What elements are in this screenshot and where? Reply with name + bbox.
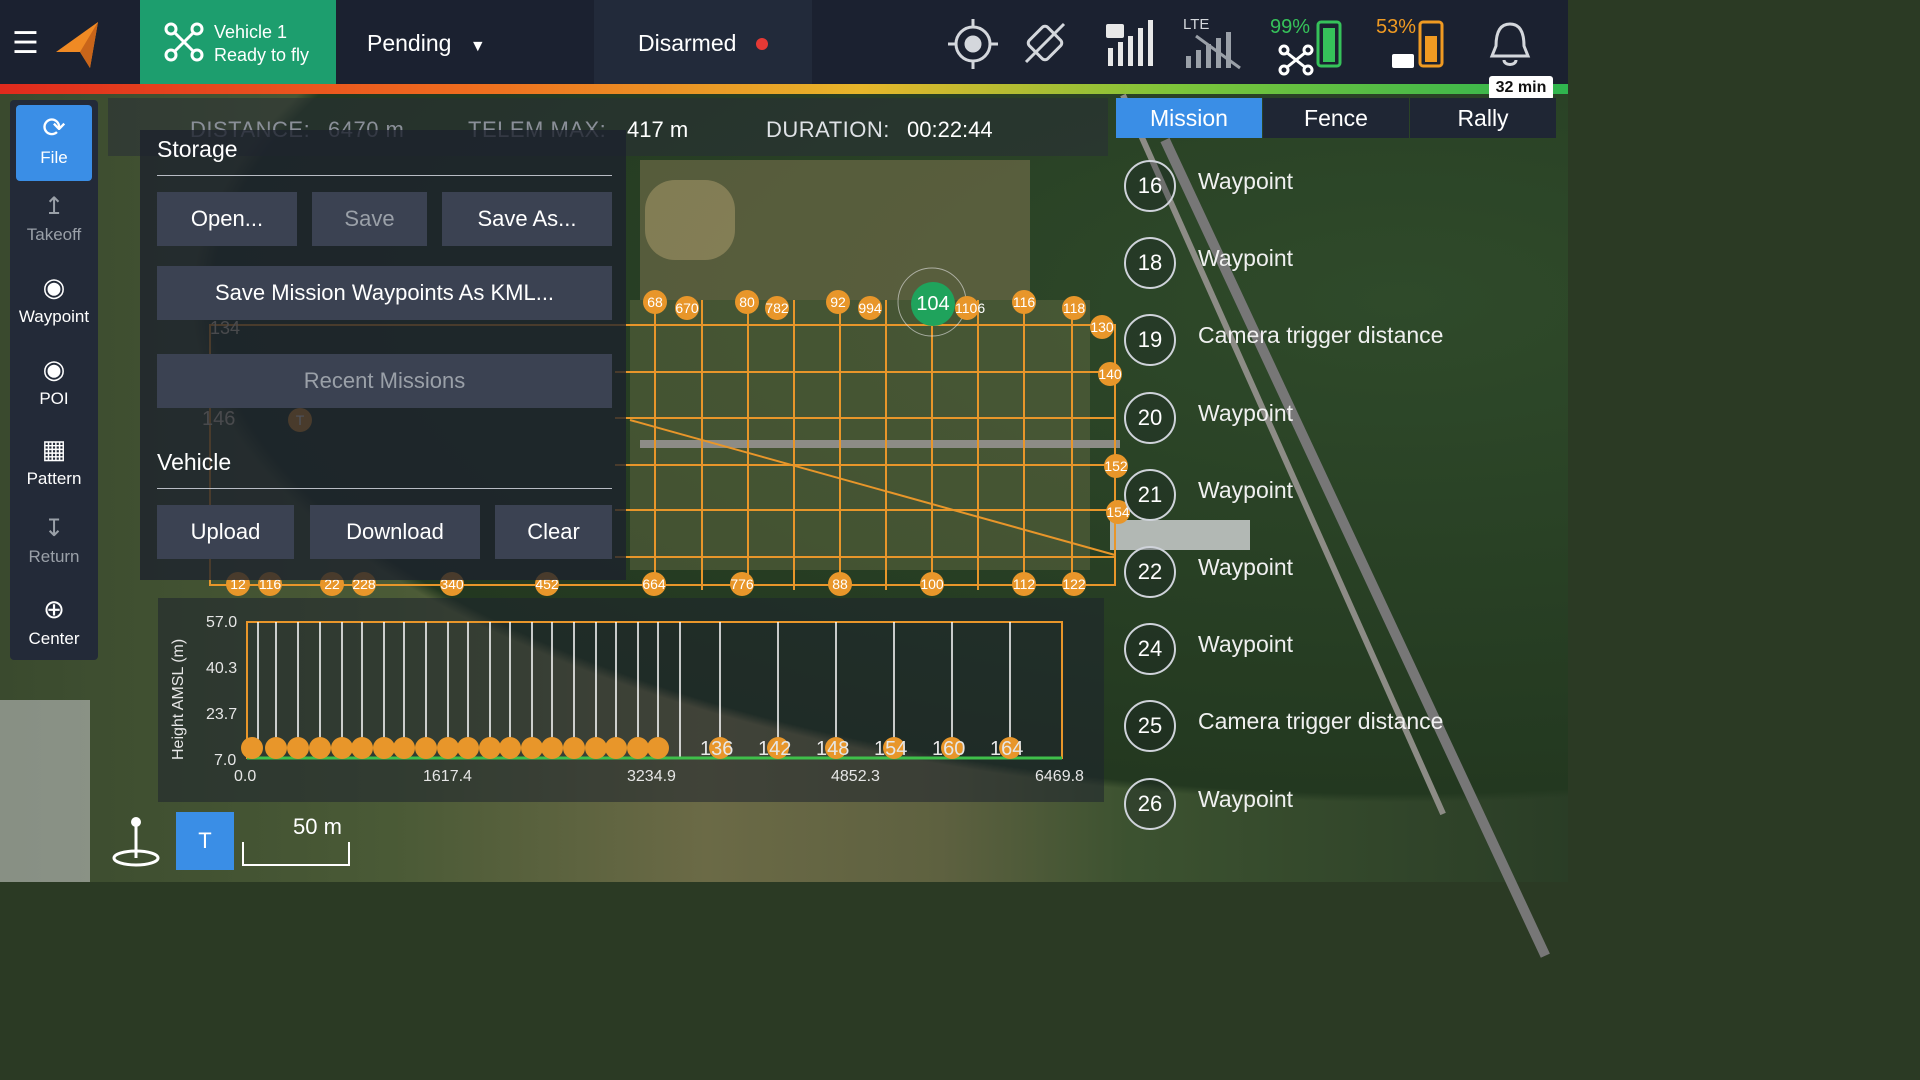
elevation-marker-label: 160 [932, 738, 966, 760]
elevation-marker-label: 164 [990, 738, 1024, 760]
elevation-marker-label: 148 [816, 738, 850, 760]
elevation-marker-label: 154 [874, 738, 908, 760]
map-scale-bar [242, 842, 350, 866]
x-tick-label: 4852.3 [831, 768, 880, 785]
y-tick-label: 7.0 [214, 752, 237, 769]
y-tick-label: 57.0 [206, 614, 238, 631]
map-scale-label: 50 m [293, 814, 342, 839]
x-tick-label: 6469.8 [1035, 768, 1084, 785]
y-tick-label: 40.3 [206, 660, 238, 677]
plan-home-icon[interactable] [108, 812, 164, 868]
elevation-marker-label: 142 [758, 738, 792, 760]
takeoff-location-marker[interactable]: T [176, 812, 234, 870]
x-tick-label: 3234.9 [627, 768, 676, 785]
x-tick-label: 0.0 [234, 768, 257, 785]
x-tick-label: 1617.4 [423, 768, 472, 785]
y-axis-label: Height AMSL (m) [170, 638, 187, 760]
y-tick-label: 23.7 [206, 706, 238, 723]
elevation-marker-label: 136 [700, 738, 734, 760]
